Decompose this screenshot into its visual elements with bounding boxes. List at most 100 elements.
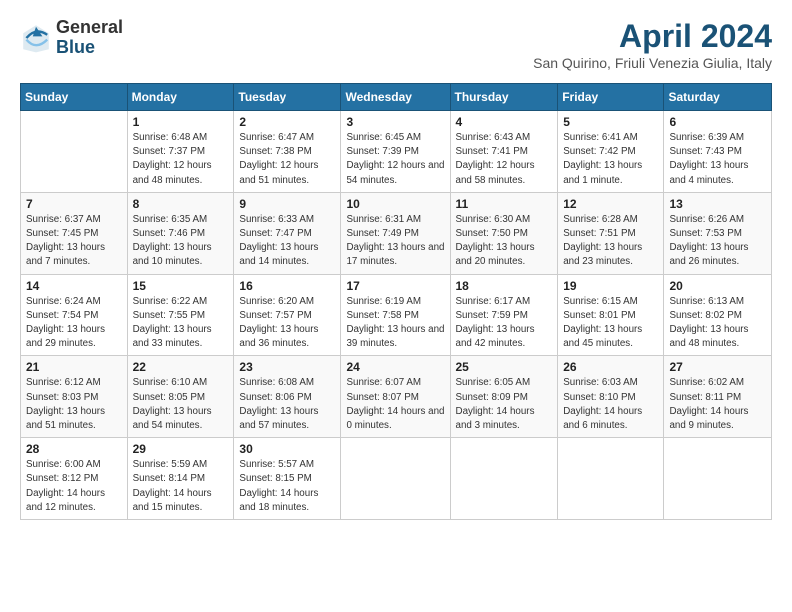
weekday-header-tuesday: Tuesday [234, 84, 341, 111]
calendar-cell: 21 Sunrise: 6:12 AMSunset: 8:03 PMDayligh… [21, 356, 128, 438]
calendar-cell: 27 Sunrise: 6:02 AMSunset: 8:11 PMDayligh… [664, 356, 772, 438]
day-info: Sunrise: 6:43 AMSunset: 7:41 PMDaylight:… [456, 131, 553, 188]
calendar-cell [341, 438, 450, 520]
calendar-cell: 12 Sunrise: 6:28 AMSunset: 7:51 PMDayligh… [558, 192, 664, 274]
logo-blue: Blue [56, 38, 123, 58]
calendar-cell [558, 438, 664, 520]
calendar-week-2: 7 Sunrise: 6:37 AMSunset: 7:45 PMDaylight… [21, 192, 772, 274]
day-number: 29 [133, 442, 229, 456]
day-number: 15 [133, 279, 229, 293]
day-info: Sunrise: 6:12 AMSunset: 8:03 PMDaylight:… [26, 376, 122, 433]
day-number: 10 [346, 197, 444, 211]
day-number: 27 [669, 360, 766, 374]
weekday-header-friday: Friday [558, 84, 664, 111]
day-number: 18 [456, 279, 553, 293]
day-number: 12 [563, 197, 658, 211]
day-number: 14 [26, 279, 122, 293]
day-number: 22 [133, 360, 229, 374]
day-number: 9 [239, 197, 335, 211]
month-title: April 2024 [533, 18, 772, 55]
calendar-cell: 20 Sunrise: 6:13 AMSunset: 8:02 PMDayligh… [664, 274, 772, 356]
day-info: Sunrise: 6:08 AMSunset: 8:06 PMDaylight:… [239, 376, 335, 433]
day-number: 23 [239, 360, 335, 374]
day-number: 8 [133, 197, 229, 211]
day-info: Sunrise: 6:28 AMSunset: 7:51 PMDaylight:… [563, 213, 658, 270]
calendar-cell: 19 Sunrise: 6:15 AMSunset: 8:01 PMDayligh… [558, 274, 664, 356]
calendar-cell: 22Sunrise: 6:10 AMSunset: 8:05 PMDayligh… [127, 356, 234, 438]
calendar-cell: 29 Sunrise: 5:59 AMSunset: 8:14 PMDayligh… [127, 438, 234, 520]
logo: General Blue [20, 18, 123, 58]
calendar-cell: 3 Sunrise: 6:45 AMSunset: 7:39 PMDaylight… [341, 111, 450, 193]
calendar-week-1: 1 Sunrise: 6:48 AMSunset: 7:37 PMDaylight… [21, 111, 772, 193]
calendar-cell [450, 438, 558, 520]
calendar-cell: 11 Sunrise: 6:30 AMSunset: 7:50 PMDayligh… [450, 192, 558, 274]
day-info: Sunrise: 6:37 AMSunset: 7:45 PMDaylight:… [26, 213, 122, 270]
logo-icon [20, 22, 52, 54]
day-number: 28 [26, 442, 122, 456]
day-info: Sunrise: 6:45 AMSunset: 7:39 PMDaylight:… [346, 131, 444, 188]
day-info: Sunrise: 6:33 AMSunset: 7:47 PMDaylight:… [239, 213, 335, 270]
day-info: Sunrise: 6:15 AMSunset: 8:01 PMDaylight:… [563, 295, 658, 352]
day-number: 16 [239, 279, 335, 293]
calendar-week-5: 28Sunrise: 6:00 AMSunset: 8:12 PMDayligh… [21, 438, 772, 520]
day-info: Sunrise: 6:47 AMSunset: 7:38 PMDaylight:… [239, 131, 335, 188]
day-number: 24 [346, 360, 444, 374]
day-number: 6 [669, 115, 766, 129]
day-number: 3 [346, 115, 444, 129]
day-number: 4 [456, 115, 553, 129]
weekday-header-monday: Monday [127, 84, 234, 111]
calendar-cell [664, 438, 772, 520]
day-number: 2 [239, 115, 335, 129]
day-info: Sunrise: 6:03 AMSunset: 8:10 PMDaylight:… [563, 376, 658, 433]
calendar-cell: 30 Sunrise: 5:57 AMSunset: 8:15 PMDayligh… [234, 438, 341, 520]
calendar-cell: 23 Sunrise: 6:08 AMSunset: 8:06 PMDayligh… [234, 356, 341, 438]
weekday-header-wednesday: Wednesday [341, 84, 450, 111]
day-number: 30 [239, 442, 335, 456]
day-info: Sunrise: 6:24 AMSunset: 7:54 PMDaylight:… [26, 295, 122, 352]
day-info: Sunrise: 6:22 AMSunset: 7:55 PMDaylight:… [133, 295, 229, 352]
calendar-cell: 14 Sunrise: 6:24 AMSunset: 7:54 PMDayligh… [21, 274, 128, 356]
day-info: Sunrise: 6:48 AMSunset: 7:37 PMDaylight:… [133, 131, 229, 188]
day-number: 20 [669, 279, 766, 293]
logo-general: General [56, 18, 123, 38]
day-number: 1 [133, 115, 229, 129]
day-info: Sunrise: 6:05 AMSunset: 8:09 PMDaylight:… [456, 376, 553, 433]
day-info: Sunrise: 6:13 AMSunset: 8:02 PMDaylight:… [669, 295, 766, 352]
day-number: 7 [26, 197, 122, 211]
logo-text: General Blue [56, 18, 123, 58]
weekday-header-row: SundayMondayTuesdayWednesdayThursdayFrid… [21, 84, 772, 111]
page: General Blue April 2024 San Quirino, Fri… [0, 0, 792, 612]
weekday-header-sunday: Sunday [21, 84, 128, 111]
calendar-week-4: 21 Sunrise: 6:12 AMSunset: 8:03 PMDayligh… [21, 356, 772, 438]
calendar-cell: 6Sunrise: 6:39 AMSunset: 7:43 PMDaylight… [664, 111, 772, 193]
day-info: Sunrise: 6:41 AMSunset: 7:42 PMDaylight:… [563, 131, 658, 188]
day-info: Sunrise: 6:07 AMSunset: 8:07 PMDaylight:… [346, 376, 444, 433]
day-number: 19 [563, 279, 658, 293]
day-info: Sunrise: 5:57 AMSunset: 8:15 PMDaylight:… [239, 458, 335, 515]
calendar-cell: 1 Sunrise: 6:48 AMSunset: 7:37 PMDaylight… [127, 111, 234, 193]
calendar-cell: 28Sunrise: 6:00 AMSunset: 8:12 PMDayligh… [21, 438, 128, 520]
weekday-header-thursday: Thursday [450, 84, 558, 111]
calendar-cell: 5Sunrise: 6:41 AMSunset: 7:42 PMDaylight… [558, 111, 664, 193]
day-info: Sunrise: 6:26 AMSunset: 7:53 PMDaylight:… [669, 213, 766, 270]
day-info: Sunrise: 6:02 AMSunset: 8:11 PMDaylight:… [669, 376, 766, 433]
calendar-cell [21, 111, 128, 193]
day-info: Sunrise: 6:19 AMSunset: 7:58 PMDaylight:… [346, 295, 444, 352]
day-info: Sunrise: 6:30 AMSunset: 7:50 PMDaylight:… [456, 213, 553, 270]
day-number: 11 [456, 197, 553, 211]
day-number: 21 [26, 360, 122, 374]
day-info: Sunrise: 6:31 AMSunset: 7:49 PMDaylight:… [346, 213, 444, 270]
calendar-week-3: 14 Sunrise: 6:24 AMSunset: 7:54 PMDayligh… [21, 274, 772, 356]
day-info: Sunrise: 6:17 AMSunset: 7:59 PMDaylight:… [456, 295, 553, 352]
calendar-cell: 10 Sunrise: 6:31 AMSunset: 7:49 PMDayligh… [341, 192, 450, 274]
day-info: Sunrise: 5:59 AMSunset: 8:14 PMDaylight:… [133, 458, 229, 515]
calendar-cell: 13 Sunrise: 6:26 AMSunset: 7:53 PMDayligh… [664, 192, 772, 274]
calendar-cell: 9 Sunrise: 6:33 AMSunset: 7:47 PMDaylight… [234, 192, 341, 274]
day-number: 26 [563, 360, 658, 374]
day-number: 17 [346, 279, 444, 293]
calendar-table: SundayMondayTuesdayWednesdayThursdayFrid… [20, 83, 772, 520]
calendar-cell: 7 Sunrise: 6:37 AMSunset: 7:45 PMDaylight… [21, 192, 128, 274]
day-number: 25 [456, 360, 553, 374]
day-number: 13 [669, 197, 766, 211]
calendar-cell: 26 Sunrise: 6:03 AMSunset: 8:10 PMDayligh… [558, 356, 664, 438]
